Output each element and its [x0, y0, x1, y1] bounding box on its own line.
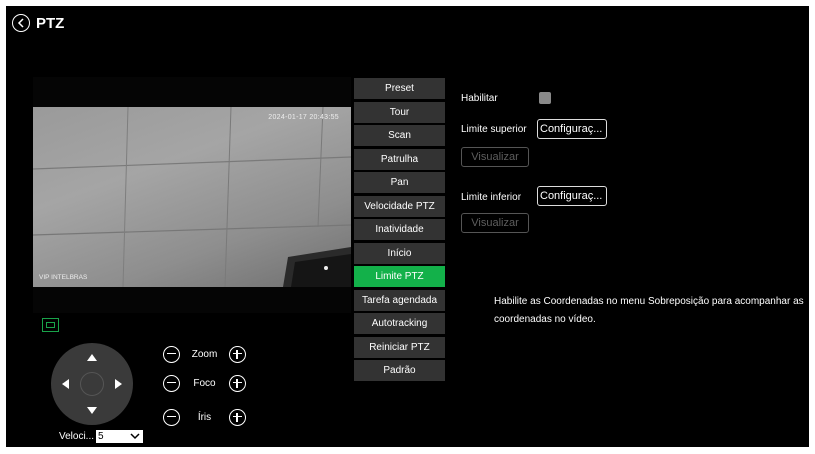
- menu-item-inatividade[interactable]: Inatividade: [354, 219, 445, 240]
- ptz-page: PTZ 2024-01-17 20:43:55 VIP INTELBRAS Ve…: [6, 6, 809, 447]
- menu-item-tour[interactable]: Tour: [354, 101, 445, 123]
- lower-view-button: Visualizar: [461, 213, 529, 233]
- back-button[interactable]: [12, 14, 30, 32]
- iris-plus-icon[interactable]: [229, 408, 246, 426]
- enable-checkbox[interactable]: [539, 92, 551, 104]
- floor-texture: [33, 107, 351, 287]
- upper-config-button[interactable]: Configuraç...: [537, 119, 607, 139]
- menu-item-autotracking[interactable]: Autotracking: [354, 313, 445, 334]
- arrow-down-icon[interactable]: [87, 407, 97, 414]
- speed-control: Veloci... 5: [59, 430, 144, 443]
- menu-item-padrao[interactable]: Padrão: [354, 360, 445, 381]
- zoom-control: Zoom: [163, 344, 246, 364]
- upper-limit-label: Limite superior: [461, 124, 527, 135]
- enable-label: Habilitar: [461, 93, 498, 104]
- menu-item-preset[interactable]: Preset: [354, 78, 445, 99]
- lower-config-button[interactable]: Configuraç...: [537, 186, 607, 206]
- speed-select[interactable]: 5: [96, 430, 144, 443]
- menu-item-velocidade-ptz[interactable]: Velocidade PTZ: [354, 195, 445, 217]
- menu-item-reiniciar-ptz[interactable]: Reiniciar PTZ: [354, 336, 445, 358]
- speed-label: Veloci...: [59, 431, 95, 442]
- menu-item-tarefa-agendada[interactable]: Tarefa agendada: [354, 289, 445, 311]
- page-title: PTZ: [36, 14, 65, 32]
- joystick-center-button[interactable]: [80, 372, 104, 396]
- iris-control: Íris: [163, 407, 246, 427]
- iris-label: Íris: [197, 411, 212, 423]
- video-preview[interactable]: 2024-01-17 20:43:55 VIP INTELBRAS: [33, 77, 351, 313]
- chevron-left-icon: [17, 18, 24, 28]
- zoom-out-icon[interactable]: [163, 345, 180, 363]
- lower-limit-label: Limite inferior: [461, 192, 522, 203]
- speed-value: 5: [98, 431, 104, 442]
- coordinates-hint: Habilite as Coordenadas no menu Sobrepos…: [494, 296, 804, 325]
- upper-view-button: Visualizar: [461, 147, 529, 167]
- menu-item-inicio[interactable]: Início: [354, 242, 445, 264]
- focus-plus-icon[interactable]: [229, 374, 246, 392]
- menu-item-patrulha[interactable]: Patrulha: [354, 148, 445, 170]
- menu-item-scan[interactable]: Scan: [354, 125, 445, 146]
- header: PTZ: [12, 12, 64, 34]
- menu-item-limite-ptz[interactable]: Limite PTZ: [354, 266, 445, 287]
- arrow-right-icon[interactable]: [115, 379, 122, 389]
- zoom-label: Zoom: [191, 348, 218, 360]
- zoom-in-icon[interactable]: [229, 345, 246, 363]
- iris-minus-icon[interactable]: [163, 408, 180, 426]
- video-timestamp: 2024-01-17 20:43:55: [268, 114, 339, 121]
- video-watermark: VIP INTELBRAS: [39, 274, 88, 281]
- menu-item-pan[interactable]: Pan: [354, 172, 445, 193]
- fit-screen-icon[interactable]: [42, 318, 59, 332]
- focus-minus-icon[interactable]: [163, 374, 180, 392]
- ptz-joystick: [51, 343, 133, 425]
- arrow-up-icon[interactable]: [87, 354, 97, 361]
- ptz-menu: Preset Tour Scan Patrulha Pan Velocidade…: [354, 78, 445, 384]
- chevron-down-icon: [130, 433, 140, 440]
- arrow-left-icon[interactable]: [62, 379, 69, 389]
- focus-control: Foco: [163, 373, 246, 393]
- focus-label: Foco: [193, 377, 216, 389]
- camera-image: 2024-01-17 20:43:55 VIP INTELBRAS: [33, 107, 351, 287]
